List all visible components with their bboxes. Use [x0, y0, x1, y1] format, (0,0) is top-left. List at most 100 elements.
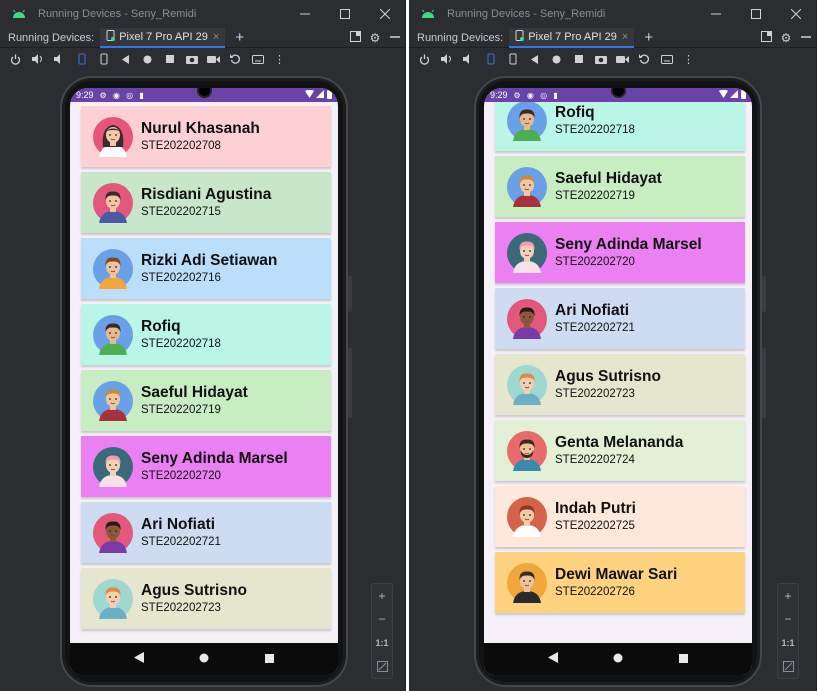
- student-name: Rofiq: [555, 104, 595, 121]
- male-beard-avatar: [507, 430, 547, 471]
- rotate-left-icon[interactable]: [72, 50, 91, 68]
- rotate-right-icon[interactable]: [94, 50, 113, 68]
- list-item[interactable]: Ari Nofiati STE202202721: [495, 288, 745, 349]
- layout-icon[interactable]: [756, 30, 776, 45]
- hide-panel-icon[interactable]: [796, 31, 816, 45]
- nav-home-icon[interactable]: [613, 650, 623, 668]
- rotate-left-icon[interactable]: [481, 50, 500, 68]
- nav-back-icon[interactable]: [133, 650, 144, 668]
- device-toolbar: ⋮: [0, 48, 405, 70]
- overview-icon[interactable]: [160, 50, 179, 68]
- record-icon[interactable]: [204, 50, 223, 68]
- volume-up-icon[interactable]: [437, 50, 456, 68]
- zoom-in-button[interactable]: +: [378, 586, 385, 606]
- volume-side-button: [348, 348, 352, 418]
- nav-recents-icon[interactable]: [265, 650, 275, 668]
- student-id: STE202202708: [141, 140, 221, 152]
- more-options-icon[interactable]: ⋮: [270, 50, 289, 68]
- tab-device-label: Pixel 7 Pro API 29: [528, 30, 617, 43]
- status-time: 9:29: [76, 90, 94, 100]
- gear-icon[interactable]: ⚙: [365, 31, 385, 45]
- rotate-right-icon[interactable]: [503, 50, 522, 68]
- item-text: Rizki Adi Setiawan STE202202716: [141, 251, 277, 286]
- phone-screen: 9:29 ⚙ ◉ ◎ ▮ Nurul Khasanah STE202202708 R…: [70, 88, 338, 675]
- item-text: Rofiq STE202202718: [141, 317, 221, 352]
- gear-icon[interactable]: ⚙: [776, 31, 796, 45]
- close-button[interactable]: [776, 0, 816, 28]
- list-item[interactable]: Agus Sutrisno STE202202723: [495, 354, 745, 415]
- nav-home-icon[interactable]: [199, 650, 209, 668]
- student-list[interactable]: Rofiq STE202202718 Saeful Hidayat STE202202…: [484, 102, 752, 643]
- student-list[interactable]: Nurul Khasanah STE202202708 Risdiani Agust…: [70, 102, 338, 643]
- female-pink-hair-avatar: [93, 446, 133, 487]
- nav-recents-icon[interactable]: [679, 650, 689, 668]
- hide-panel-icon[interactable]: [385, 31, 405, 45]
- add-device-button[interactable]: +: [235, 29, 244, 46]
- list-item[interactable]: Rofiq STE202202718: [81, 304, 331, 365]
- list-item[interactable]: Seny Adinda Marsel STE202202720: [495, 222, 745, 283]
- list-item[interactable]: Indah Putri STE202202725: [495, 486, 745, 547]
- list-item[interactable]: Rofiq STE202202718: [495, 102, 745, 151]
- list-item[interactable]: Nurul Khasanah STE202202708: [81, 106, 331, 167]
- back-icon[interactable]: [525, 50, 544, 68]
- tab-device[interactable]: Pixel 7 Pro API 29 ×: [509, 27, 635, 48]
- zoom-in-button[interactable]: +: [784, 586, 791, 606]
- volume-down-icon[interactable]: [459, 50, 478, 68]
- list-item[interactable]: Rizki Adi Setiawan STE202202716: [81, 238, 331, 299]
- reset-icon[interactable]: [635, 50, 654, 68]
- home-icon[interactable]: [138, 50, 157, 68]
- power-icon[interactable]: [6, 50, 25, 68]
- zoom-out-button[interactable]: −: [784, 609, 791, 629]
- list-item[interactable]: Saeful Hidayat STE202202719: [495, 156, 745, 217]
- student-id: STE202202718: [141, 338, 221, 350]
- maximize-button[interactable]: [325, 0, 365, 28]
- maximize-button[interactable]: [736, 0, 776, 28]
- zoom-out-button[interactable]: −: [378, 609, 385, 629]
- female-hijab-avatar: [93, 116, 133, 157]
- close-button[interactable]: [365, 0, 405, 28]
- student-id: STE202202726: [555, 586, 635, 598]
- female-curly-hair-avatar: [507, 298, 547, 339]
- record-icon[interactable]: [613, 50, 632, 68]
- add-device-button[interactable]: +: [644, 29, 653, 46]
- list-item[interactable]: Dewi Mawar Sari STE202202726: [495, 552, 745, 613]
- more-options-icon[interactable]: ⋮: [679, 50, 698, 68]
- power-icon[interactable]: [415, 50, 434, 68]
- fit-screen-icon[interactable]: [782, 656, 794, 676]
- list-item[interactable]: Risdiani Agustina STE202202715: [81, 172, 331, 233]
- keyboard-icon[interactable]: [657, 50, 676, 68]
- minimize-button[interactable]: [696, 0, 736, 28]
- volume-up-icon[interactable]: [28, 50, 47, 68]
- camera-icon[interactable]: [182, 50, 201, 68]
- minimize-button[interactable]: [285, 0, 325, 28]
- fit-screen-icon[interactable]: [376, 656, 388, 676]
- list-item[interactable]: Agus Sutrisno STE202202723: [81, 568, 331, 629]
- tab-device[interactable]: Pixel 7 Pro API 29 ×: [100, 27, 226, 48]
- camera-icon[interactable]: [591, 50, 610, 68]
- actual-size-button[interactable]: 1:1: [375, 633, 388, 653]
- home-icon[interactable]: [547, 50, 566, 68]
- student-name: Agus Sutrisno: [555, 368, 661, 385]
- student-id: STE202202720: [555, 256, 635, 268]
- actual-size-button[interactable]: 1:1: [781, 633, 794, 653]
- student-name: Indah Putri: [555, 500, 636, 517]
- overview-icon[interactable]: [569, 50, 588, 68]
- title-bar: Running Devices - Seny_Remidi: [409, 0, 816, 28]
- nav-back-icon[interactable]: [547, 650, 558, 668]
- reset-icon[interactable]: [226, 50, 245, 68]
- item-text: Risdiani Agustina STE202202715: [141, 185, 271, 220]
- list-item[interactable]: Saeful Hidayat STE202202719: [81, 370, 331, 431]
- back-icon[interactable]: [116, 50, 135, 68]
- item-text: Seny Adinda Marsel STE202202720: [555, 235, 702, 270]
- list-item[interactable]: Genta Melananda STE202202724: [495, 420, 745, 481]
- keyboard-icon[interactable]: [248, 50, 267, 68]
- volume-down-icon[interactable]: [50, 50, 69, 68]
- student-id: STE202202721: [555, 322, 635, 334]
- list-item[interactable]: Seny Adinda Marsel STE202202720: [81, 436, 331, 497]
- tab-close-icon[interactable]: ×: [622, 31, 628, 43]
- ide-window-right: Running Devices - Seny_Remidi Running De…: [409, 0, 817, 691]
- layout-icon[interactable]: [345, 30, 365, 45]
- student-id: STE202202715: [141, 206, 221, 218]
- tab-close-icon[interactable]: ×: [213, 31, 219, 43]
- list-item[interactable]: Ari Nofiati STE202202721: [81, 502, 331, 563]
